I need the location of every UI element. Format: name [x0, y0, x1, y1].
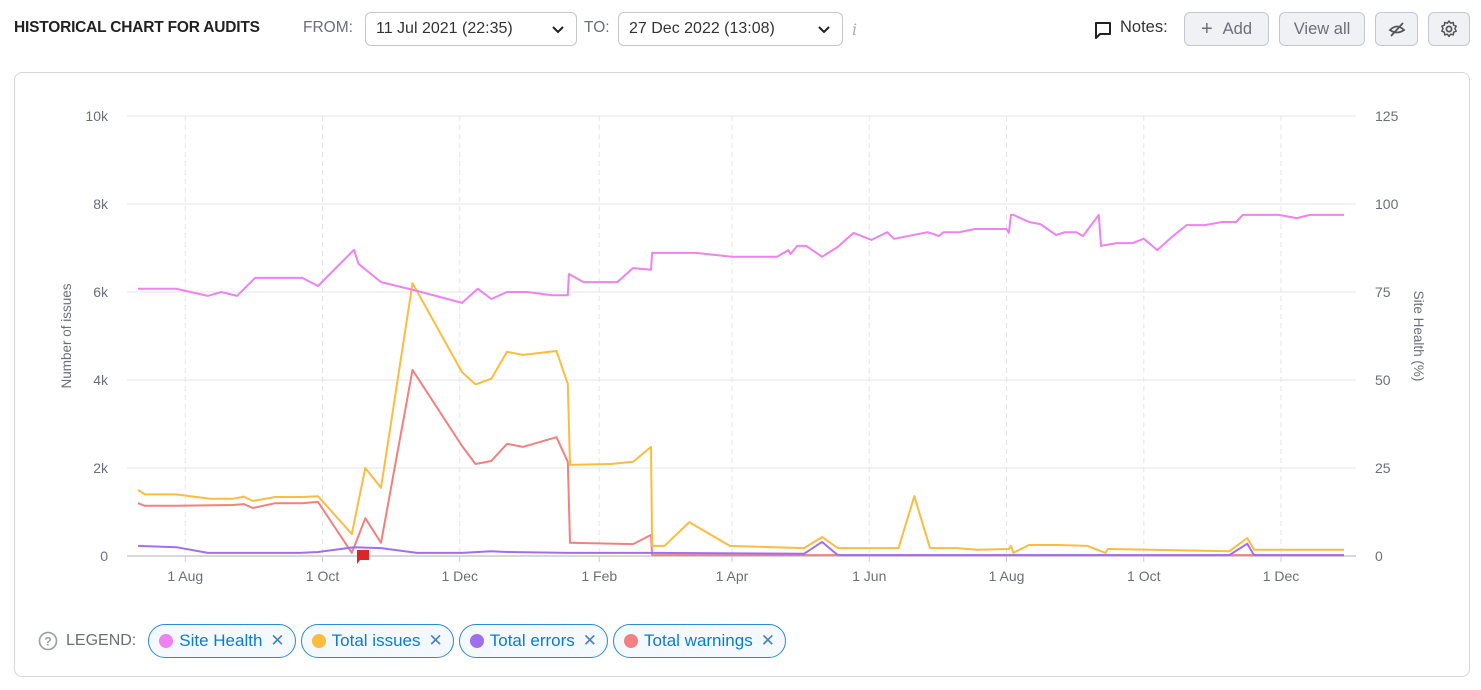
- y-tick-label: 0: [100, 548, 108, 564]
- y2-tick-label: 100: [1375, 196, 1399, 212]
- legend-dot: [159, 634, 174, 648]
- x-tick-label: 1 Dec: [441, 568, 478, 584]
- legend-item-total-errors[interactable]: Total errors ✕: [458, 624, 609, 658]
- series-line-total-warnings: [137, 368, 1344, 557]
- close-icon[interactable]: ✕: [583, 631, 597, 651]
- legend-dot: [624, 634, 639, 648]
- legend: ? LEGEND: Site Health ✕ Total issues ✕ T…: [38, 624, 791, 658]
- legend-item-label: Total errors: [489, 631, 575, 650]
- y-tick-label: 10k: [85, 108, 109, 124]
- help-icon[interactable]: ?: [38, 631, 58, 651]
- y-tick-label: 4k: [93, 372, 109, 388]
- x-tick-label: 1 Jun: [852, 568, 886, 584]
- series-layer: [137, 213, 1345, 557]
- series-line-total-issues: [137, 282, 1344, 554]
- y-tick-label: 8k: [93, 196, 109, 212]
- note-flag-icon: [357, 550, 369, 564]
- x-tick-label: 1 Feb: [581, 568, 617, 584]
- x-axis: 1 Aug 1 Oct 1 Dec 1 Feb 1 Apr 1 Jun 1 Aug 1 Oct…: [167, 556, 1299, 584]
- close-icon[interactable]: ✕: [429, 631, 443, 651]
- legend-item-label: Total issues: [331, 631, 421, 650]
- y-axis-right: 0 25 50 75 100 125: [1375, 108, 1399, 564]
- y-tick-label: 2k: [93, 460, 109, 476]
- legend-item-total-warnings[interactable]: Total warnings ✕: [613, 624, 786, 658]
- y2-tick-label: 25: [1375, 460, 1391, 476]
- y-axis-label: Number of issues: [59, 283, 74, 388]
- y2-tick-label: 125: [1375, 108, 1399, 124]
- close-icon[interactable]: ✕: [270, 631, 284, 651]
- x-tick-label: 1 Dec: [1263, 568, 1300, 584]
- x-tick-label: 1 Oct: [1127, 568, 1161, 584]
- legend-label: LEGEND:: [66, 632, 137, 649]
- y-tick-label: 6k: [93, 284, 109, 300]
- y2-tick-label: 50: [1375, 372, 1391, 388]
- series-line-site-health: [138, 213, 1344, 304]
- y-axis-left: 0 2k 4k 6k 8k 10k: [85, 108, 109, 564]
- grid-layer: [127, 115, 1356, 557]
- x-tick-label: 1 Oct: [306, 568, 340, 584]
- y2-axis-label: Site Health (%): [1411, 291, 1426, 382]
- x-tick-label: 1 Apr: [716, 568, 749, 584]
- x-tick-label: 1 Aug: [167, 568, 203, 584]
- legend-dot: [311, 634, 326, 648]
- series-line-total-errors: [137, 540, 1344, 557]
- legend-dot: [469, 634, 484, 648]
- y2-tick-label: 75: [1375, 284, 1391, 300]
- svg-text:?: ?: [44, 635, 51, 649]
- legend-item-site-health[interactable]: Site Health ✕: [148, 624, 296, 658]
- legend-item-label: Site Health: [179, 631, 263, 650]
- legend-item-total-issues[interactable]: Total issues ✕: [300, 624, 454, 658]
- historical-audit-chart: 1 Aug 1 Oct 1 Dec 1 Feb 1 Apr 1 Jun 1 Aug 1 Oct…: [59, 108, 1426, 584]
- legend-item-label: Total warnings: [644, 631, 753, 650]
- close-icon[interactable]: ✕: [761, 631, 775, 651]
- y2-tick-label: 0: [1375, 548, 1383, 564]
- note-marker-layer: [357, 550, 369, 564]
- x-tick-label: 1 Aug: [989, 568, 1025, 584]
